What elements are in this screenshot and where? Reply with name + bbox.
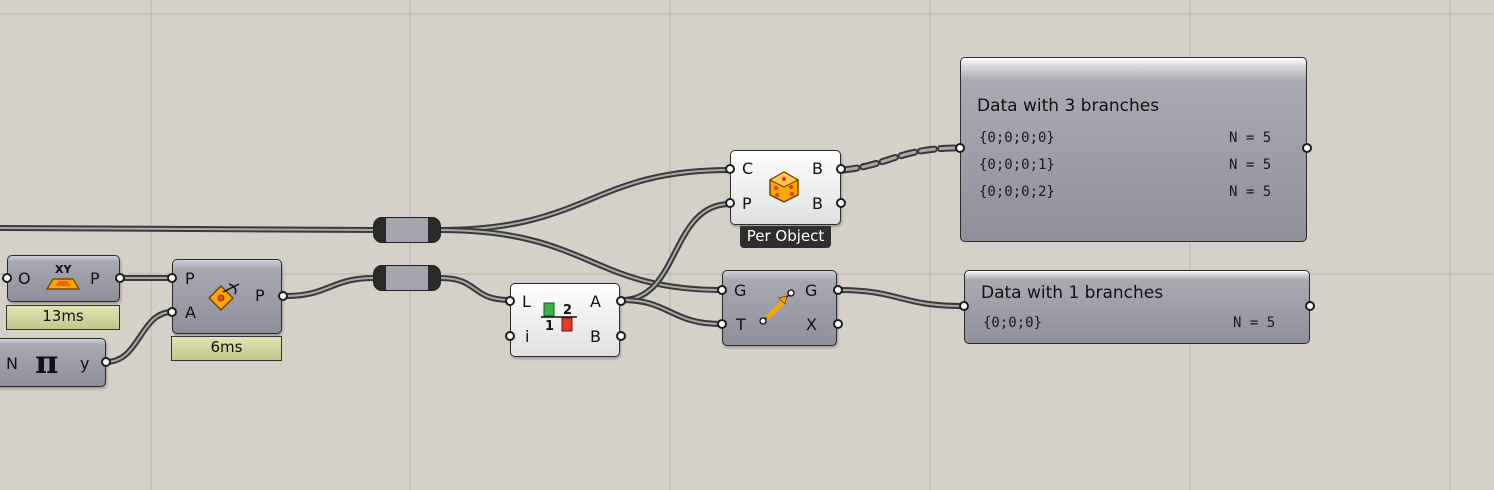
dispatch-output-A[interactable]: A	[590, 294, 601, 310]
panel-three-branches-count-1: N = 5	[1229, 157, 1272, 173]
random-output-grip-B1[interactable]	[836, 164, 846, 174]
random-output-grip-B2[interactable]	[836, 198, 846, 208]
dispatch-icon-top: 2	[563, 303, 572, 318]
rotate-plane-output-P[interactable]: P	[255, 288, 265, 304]
rotate-plane-timer: 6ms	[171, 336, 282, 361]
dispatch-input-L[interactable]: L	[522, 294, 531, 310]
xy-plane-input-O[interactable]: O	[18, 271, 31, 287]
dispatch-output-B[interactable]: B	[590, 329, 601, 345]
random-input-grip-P[interactable]	[725, 198, 735, 208]
random-input-P[interactable]: P	[742, 196, 752, 212]
panel-three-branches[interactable]: Data with 3 branches {0;0;0;0} N = 5 {0;…	[960, 57, 1307, 242]
move-output-X[interactable]: X	[806, 317, 817, 333]
rotate-plane-input-grip-P[interactable]	[167, 273, 177, 283]
rotate-plane-output-grip[interactable]	[278, 291, 288, 301]
panel-three-branches-path-0: {0;0;0;0}	[979, 130, 1055, 146]
svg-text:XY: XY	[55, 263, 72, 276]
dispatch-input-i[interactable]: i	[525, 329, 529, 345]
xy-plane-output-grip[interactable]	[115, 273, 125, 283]
move-input-G[interactable]: G	[734, 283, 746, 299]
panel-three-branches-input-grip[interactable]	[955, 143, 965, 153]
panel-one-branch-count-0: N = 5	[1233, 315, 1276, 331]
xy-plane-icon: XY	[45, 263, 81, 290]
pi-input-N[interactable]: N	[6, 356, 18, 372]
move-geometry-node[interactable]: G T G X	[722, 270, 837, 346]
panel-one-branch-output-grip[interactable]	[1305, 301, 1315, 311]
pi-output-grip[interactable]	[101, 357, 111, 367]
grasshopper-canvas[interactable]: O XY P 13ms N π y P A P 6ms L i 2 1 A B …	[0, 0, 1494, 490]
panel-one-branch-title: Data with 1 branches	[981, 283, 1164, 303]
move-input-grip-T[interactable]	[717, 319, 727, 329]
move-input-T[interactable]: T	[736, 317, 746, 333]
random-output-B1[interactable]: B	[812, 161, 823, 177]
panel-one-branch[interactable]: Data with 1 branches {0;0;0} N = 5	[964, 270, 1310, 344]
panel-three-branches-count-0: N = 5	[1229, 130, 1272, 146]
rotate-plane-icon	[208, 283, 240, 311]
relay-upper[interactable]	[373, 217, 441, 243]
move-output-grip-X[interactable]	[833, 319, 843, 329]
xy-plane-timer: 13ms	[6, 305, 120, 330]
dispatch-icon: 2 1	[541, 302, 577, 334]
dice-icon	[768, 171, 800, 203]
relay-lower[interactable]	[373, 265, 441, 291]
random-input-C[interactable]: C	[742, 161, 753, 177]
xy-plane-output-P[interactable]: P	[90, 271, 100, 287]
move-icon	[759, 289, 795, 325]
xy-plane-input-grip[interactable]	[2, 273, 12, 283]
panel-one-branch-path-0: {0;0;0}	[983, 315, 1043, 331]
dispatch-output-grip-B[interactable]	[616, 331, 626, 341]
random-object-node[interactable]: C P B B	[730, 150, 841, 225]
rotate-plane-node[interactable]: P A P	[172, 259, 282, 334]
panel-three-branches-title: Data with 3 branches	[977, 96, 1160, 116]
wire-relay-to-random[interactable]	[437, 167, 733, 233]
dispatch-icon-bottom: 1	[545, 319, 554, 334]
move-input-grip-G[interactable]	[717, 285, 727, 295]
rotate-plane-input-grip-A[interactable]	[167, 307, 177, 317]
per-object-message: Per Object	[740, 226, 831, 248]
dispatch-output-grip-A[interactable]	[616, 296, 626, 306]
wire-random-to-panel[interactable]	[839, 144, 962, 174]
rotate-plane-input-A[interactable]: A	[185, 305, 196, 321]
dispatch-input-grip-i[interactable]	[505, 331, 515, 341]
panel-three-branches-count-2: N = 5	[1229, 184, 1272, 200]
panel-one-branch-input-grip[interactable]	[959, 301, 969, 311]
panel-three-branches-output-grip[interactable]	[1302, 143, 1312, 153]
move-output-grip-G[interactable]	[833, 285, 843, 295]
rotate-plane-input-P[interactable]: P	[185, 271, 195, 287]
move-output-G[interactable]: G	[805, 283, 817, 299]
xy-plane-node[interactable]: O XY P	[7, 255, 120, 302]
random-input-grip-C[interactable]	[725, 164, 735, 174]
dispatch-input-grip-L[interactable]	[505, 296, 515, 306]
panel-three-branches-path-2: {0;0;0;2}	[979, 184, 1055, 200]
pi-node[interactable]: N π y	[0, 338, 106, 387]
pi-icon: π	[35, 343, 59, 381]
panel-three-branches-path-1: {0;0;0;1}	[979, 157, 1055, 173]
random-output-B2[interactable]: B	[812, 196, 823, 212]
pi-output-y[interactable]: y	[80, 356, 89, 372]
dispatch-node[interactable]: L i 2 1 A B	[510, 283, 620, 357]
